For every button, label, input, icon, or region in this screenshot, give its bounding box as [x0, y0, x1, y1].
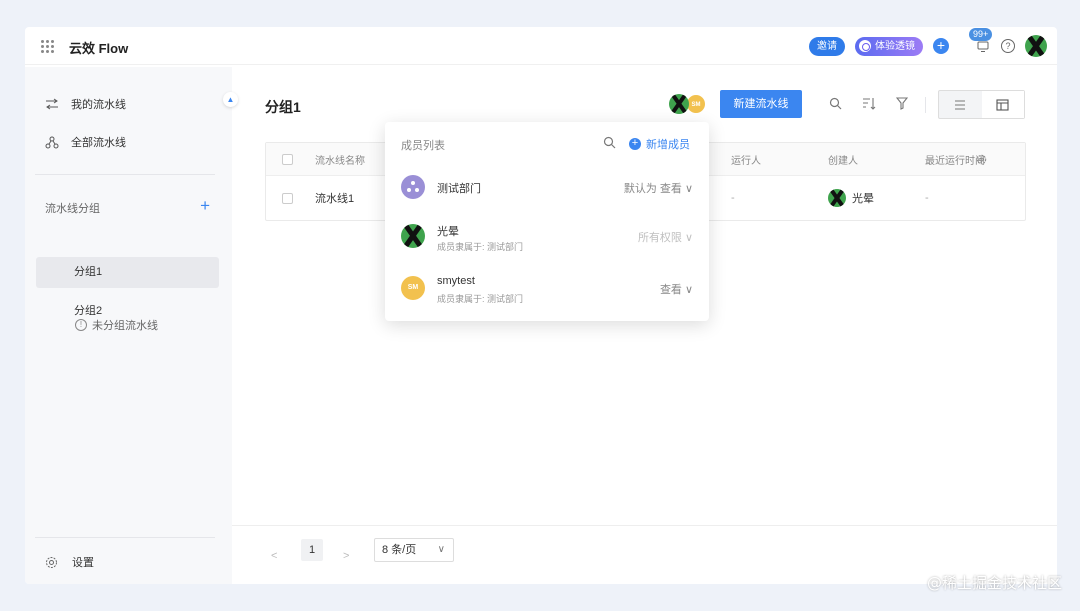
- sidebar-item-label: 全部流水线: [71, 137, 126, 149]
- page-number[interactable]: 1: [301, 539, 323, 561]
- new-pipeline-button[interactable]: 新建流水线: [720, 90, 802, 118]
- toolbar-divider: [925, 97, 926, 113]
- filter-icon[interactable]: [896, 97, 908, 110]
- member-avatar: SM: [401, 276, 425, 300]
- pipeline-last-run: -: [925, 192, 929, 204]
- trial-lens-button[interactable]: 体验透镜: [855, 36, 923, 56]
- settings-label: 设置: [72, 557, 94, 569]
- member-name: 测试部门: [437, 183, 481, 195]
- pipeline-runner: -: [731, 192, 735, 204]
- view-toggle: [938, 90, 1025, 119]
- column-header-creator[interactable]: 创建人: [828, 143, 858, 175]
- info-icon: !: [75, 319, 87, 331]
- watermark: @稀土掘金技术社区: [926, 574, 1062, 592]
- permission-select[interactable]: 默认为 查看 ∨: [624, 180, 693, 196]
- member-name: 光晕: [437, 226, 459, 238]
- page-title: 分组1: [265, 99, 301, 115]
- invite-button[interactable]: 邀请: [809, 36, 845, 56]
- department-icon: [401, 175, 425, 199]
- sidebar-item-all-pipelines[interactable]: 全部流水线: [45, 134, 126, 150]
- chevron-down-icon: ∨: [684, 182, 693, 195]
- ungrouped-label: 未分组流水线: [92, 320, 158, 332]
- table-view-button[interactable]: [981, 91, 1024, 118]
- gear-icon: [976, 154, 987, 164]
- sidebar-item-label: 我的流水线: [71, 99, 126, 111]
- page-size-select[interactable]: 8 条/页 ∨: [374, 538, 454, 562]
- member-avatars[interactable]: SM: [669, 94, 706, 114]
- pipeline-groups-header: 流水线分组 +: [45, 197, 210, 216]
- group-header-label: 流水线分组: [45, 203, 100, 215]
- add-member-label: 新增成员: [646, 139, 690, 151]
- help-icon[interactable]: ?: [1001, 39, 1015, 53]
- sort-icon[interactable]: [862, 97, 876, 110]
- member-avatar: [401, 224, 425, 248]
- list-icon: [955, 99, 966, 110]
- permission-select[interactable]: 查看 ∨: [660, 281, 693, 297]
- trial-lens-label: 体验透镜: [875, 40, 915, 52]
- column-settings-icon[interactable]: [976, 143, 987, 175]
- pipeline-name[interactable]: 流水线1: [315, 176, 354, 220]
- add-member-button[interactable]: + 新增成员: [629, 136, 690, 152]
- toolbar-icons: [829, 97, 908, 110]
- settings-button[interactable]: 设置: [45, 554, 94, 570]
- column-header-name[interactable]: 流水线名称: [315, 143, 365, 175]
- app-grid-icon[interactable]: [41, 40, 54, 53]
- group-item-1[interactable]: 分组1: [36, 257, 219, 288]
- permission-value: 默认为 查看: [623, 183, 682, 195]
- row-checkbox[interactable]: [282, 176, 293, 220]
- member-avatar: SM: [686, 94, 706, 114]
- member-affiliation: 成员隶属于: 测试部门: [437, 294, 524, 304]
- column-header-runner[interactable]: 运行人: [731, 143, 761, 175]
- top-bar-actions: 邀请 体验透镜 + 99+ ?: [809, 28, 1047, 59]
- sidebar-divider: [35, 537, 215, 538]
- gear-icon: [46, 556, 57, 568]
- create-plus-icon[interactable]: +: [933, 38, 949, 54]
- notification-badge: 99+: [969, 28, 993, 41]
- page-size-value: 8 条/页: [382, 544, 417, 556]
- member-row-smytest: SM smytest 成员隶属于: 测试部门 查看 ∨: [401, 268, 693, 308]
- chevron-down-icon: ∨: [684, 231, 693, 244]
- top-bar: 云效 Flow 邀请 体验透镜 + 99+ ?: [25, 27, 1057, 65]
- member-affiliation: 成员隶属于: 测试部门: [437, 242, 524, 252]
- sidebar-item-my-pipelines[interactable]: 我的流水线: [45, 96, 126, 112]
- member-avatar: [669, 94, 689, 114]
- sidebar-divider: [35, 174, 215, 175]
- table-icon: [996, 98, 1009, 111]
- arrows-swap-icon: [46, 98, 58, 110]
- plus-circle-icon: +: [629, 138, 641, 150]
- member-name: smytest: [437, 275, 475, 287]
- next-page-button[interactable]: >: [343, 550, 349, 562]
- user-avatar[interactable]: [1025, 35, 1047, 57]
- select-all-checkbox[interactable]: [282, 143, 293, 175]
- permission-select: 所有权限 ∨: [638, 229, 693, 245]
- chevron-down-icon: ∨: [684, 283, 693, 296]
- pipeline-creator: 光晕: [828, 176, 874, 220]
- member-list-popover: 成员列表 + 新增成员 测试部门 默认为 查看 ∨ 光晕 成员隶属于: 测试部门…: [385, 122, 709, 321]
- search-icon[interactable]: [603, 136, 616, 149]
- app-title: 云效 Flow: [69, 41, 129, 56]
- chevron-down-icon: ∨: [437, 544, 445, 555]
- notification-button[interactable]: 99+: [969, 28, 993, 54]
- creator-name: 光晕: [852, 193, 874, 205]
- nodes-icon: [45, 136, 59, 148]
- creator-avatar: [828, 189, 846, 207]
- add-group-icon[interactable]: +: [200, 197, 210, 216]
- member-row-dept: 测试部门 默认为 查看 ∨: [401, 167, 693, 207]
- lens-icon: [859, 40, 871, 52]
- search-icon[interactable]: [829, 97, 842, 110]
- monitor-icon: [977, 41, 989, 52]
- member-row-guangyun: 光晕 成员隶属于: 测试部门 所有权限 ∨: [401, 216, 693, 256]
- permission-value: 所有权限: [637, 232, 682, 244]
- prev-page-button[interactable]: <: [271, 550, 277, 562]
- sidebar: 我的流水线 全部流水线 流水线分组 + 分组1 分组2 ! 未分组流水线 设置: [25, 67, 232, 584]
- ungrouped-pipelines[interactable]: ! 未分组流水线: [75, 317, 158, 333]
- list-view-button[interactable]: [939, 91, 982, 118]
- popover-title: 成员列表: [401, 140, 445, 152]
- permission-value: 查看: [659, 284, 682, 296]
